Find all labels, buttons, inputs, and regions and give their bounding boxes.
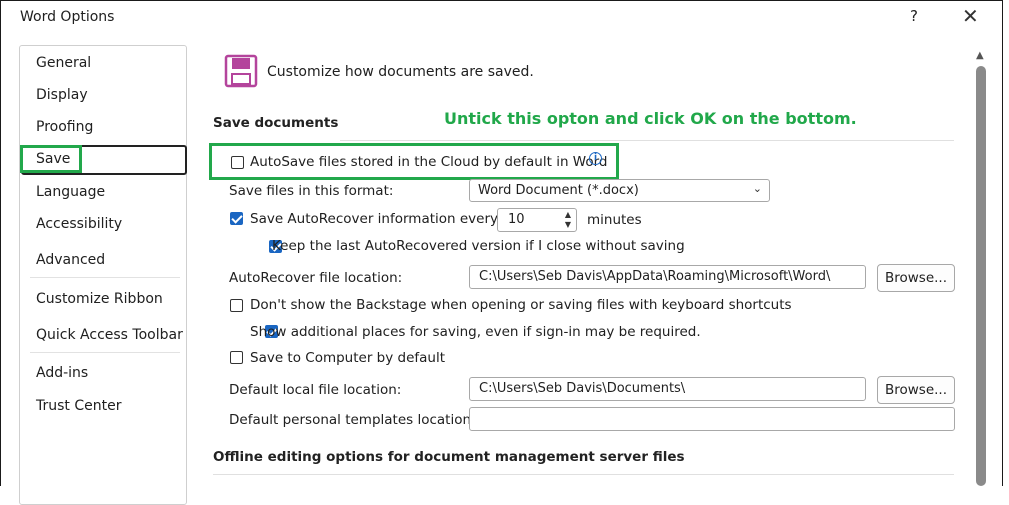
sidebar-item-quick-access-toolbar[interactable]: Quick Access Toolbar: [36, 327, 183, 343]
sidebar-item-customize-ribbon[interactable]: Customize Ribbon: [36, 291, 163, 307]
sidebar-item-display[interactable]: Display: [36, 87, 88, 103]
sidebar-item-add-ins[interactable]: Add-ins: [36, 365, 88, 381]
format-label: Save files in this format:: [229, 183, 394, 199]
sidebar-item-general[interactable]: General: [36, 55, 91, 71]
close-button[interactable]: ✕: [962, 4, 979, 28]
additional-places-label: Show additional places for saving, even …: [250, 324, 701, 340]
spin-up-icon[interactable]: ▲: [565, 210, 571, 219]
save-icon: [224, 54, 258, 88]
format-select-value: Word Document (*.docx): [478, 183, 639, 198]
autosave-label: AutoSave files stored in the Cloud by de…: [250, 154, 608, 170]
spin-down-icon[interactable]: ▼: [565, 220, 571, 229]
default-local-input[interactable]: C:\Users\Seb Davis\Documents\: [469, 377, 866, 401]
default-templates-input[interactable]: [469, 407, 955, 431]
autorecover-location-value: C:\Users\Seb Davis\AppData\Roaming\Micro…: [479, 269, 831, 284]
info-icon[interactable]: i: [589, 152, 602, 165]
browse-autorecover-button[interactable]: Browse...: [877, 264, 955, 292]
autorecover-location-label: AutoRecover file location:: [229, 270, 403, 286]
default-local-value: C:\Users\Seb Davis\Documents\: [479, 381, 686, 396]
scroll-up-icon[interactable]: ▲: [976, 50, 984, 61]
sidebar: General Display Proofing Save Language A…: [19, 45, 187, 505]
browse-default-local-button[interactable]: Browse...: [877, 376, 955, 404]
chevron-down-icon: ⌄: [752, 182, 762, 195]
help-button[interactable]: ?: [910, 7, 918, 25]
sidebar-item-accessibility[interactable]: Accessibility: [36, 216, 122, 232]
annotation-text: Untick this opton and click OK on the bo…: [444, 109, 857, 128]
sidebar-item-trust-center[interactable]: Trust Center: [36, 398, 121, 414]
autorecover-minutes-stepper[interactable]: 10 ▲ ▼: [497, 208, 577, 232]
autorecover-label: Save AutoRecover information every: [250, 211, 499, 227]
autorecover-location-input[interactable]: C:\Users\Seb Davis\AppData\Roaming\Micro…: [469, 265, 866, 289]
default-templates-label: Default personal templates location:: [229, 412, 476, 428]
format-select[interactable]: Word Document (*.docx) ⌄: [469, 179, 770, 202]
section-title-save-documents: Save documents: [213, 115, 339, 131]
sidebar-divider: [30, 352, 180, 353]
autosave-checkbox[interactable]: [231, 156, 244, 169]
backstage-label: Don't show the Backstage when opening or…: [250, 297, 792, 313]
scrollbar-thumb[interactable]: [976, 66, 986, 486]
keep-last-label: Keep the last AutoRecovered version if I…: [272, 238, 685, 254]
section-divider: [213, 474, 954, 475]
default-local-label: Default local file location:: [229, 382, 402, 398]
section-divider: [340, 140, 954, 141]
minutes-label: minutes: [587, 212, 642, 228]
save-computer-label: Save to Computer by default: [250, 350, 446, 366]
sidebar-divider: [30, 277, 180, 278]
window-title: Word Options: [20, 9, 115, 25]
autorecover-checkbox[interactable]: [230, 212, 243, 225]
backstage-checkbox[interactable]: [230, 299, 243, 312]
section-title-offline-editing: Offline editing options for document man…: [213, 449, 685, 465]
sidebar-item-save[interactable]: Save: [36, 151, 70, 167]
page-header: Customize how documents are saved.: [267, 64, 534, 80]
sidebar-item-advanced[interactable]: Advanced: [36, 252, 105, 268]
save-computer-checkbox[interactable]: [230, 351, 243, 364]
autorecover-minutes-value: 10: [508, 212, 525, 227]
sidebar-item-language[interactable]: Language: [36, 184, 105, 200]
sidebar-item-proofing[interactable]: Proofing: [36, 119, 93, 135]
